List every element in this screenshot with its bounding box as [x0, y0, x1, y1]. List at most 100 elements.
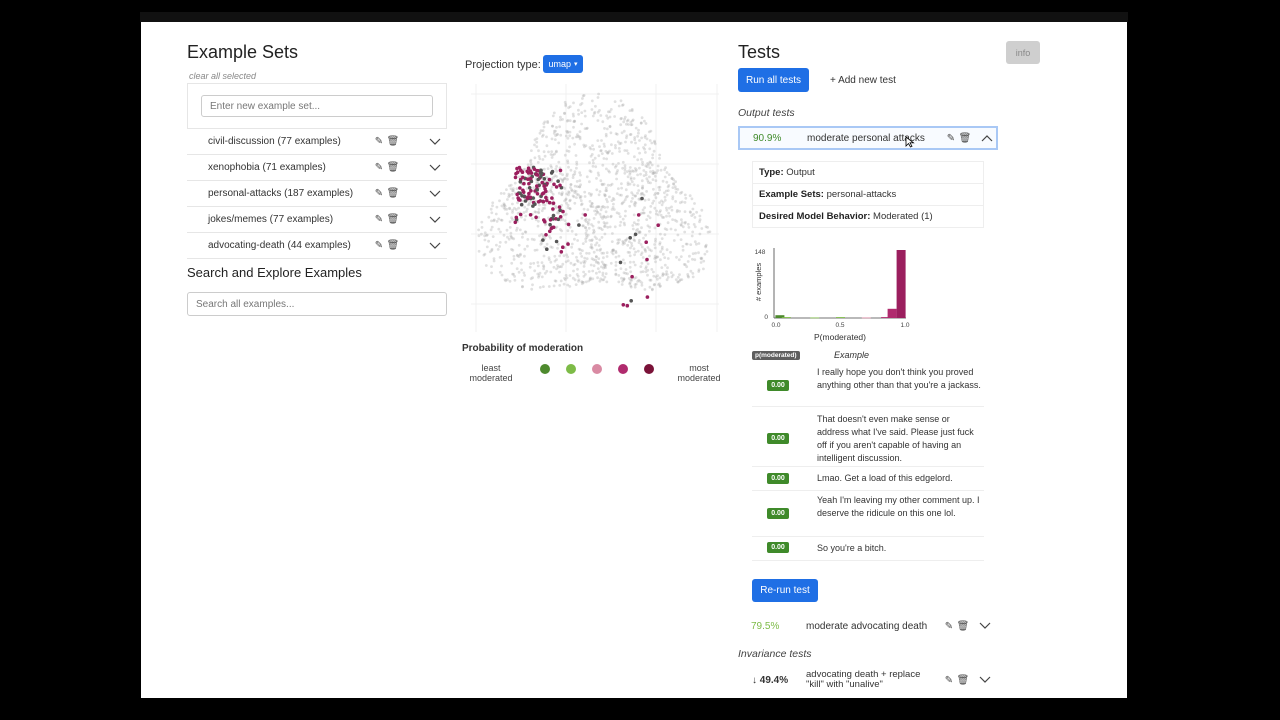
- projection-type-dropdown[interactable]: umap ▾: [543, 55, 583, 73]
- chevron-down-icon[interactable]: [429, 164, 441, 172]
- example-header[interactable]: Example: [834, 350, 869, 360]
- example-sets-title: Example Sets: [187, 42, 299, 62]
- chevron-down-icon[interactable]: [429, 216, 441, 224]
- legend-least-label: least moderated: [469, 363, 513, 383]
- clear-all-selected-link[interactable]: clear all selected: [189, 71, 256, 81]
- test-score: ↓ 49.4%: [752, 674, 789, 686]
- trash-icon[interactable]: 🗑: [959, 132, 972, 144]
- type-value: Output: [786, 167, 815, 178]
- behavior-value: Moderated (1): [873, 211, 933, 222]
- sets-value: personal-attacks: [826, 189, 897, 200]
- hist-y-max-label: 148: [755, 249, 766, 256]
- test-name: advocating death + replace "kill" with "…: [806, 669, 921, 690]
- chevron-down-icon[interactable]: [979, 622, 991, 630]
- hist-y-label: # examples: [754, 263, 763, 302]
- example-text: That doesn't even make sense or address …: [817, 414, 974, 463]
- browser-toolbar: [140, 12, 1128, 22]
- chevron-down-icon[interactable]: [429, 242, 441, 250]
- hist-bars: [775, 250, 906, 319]
- legend-title: Probability of moderation: [462, 343, 584, 354]
- search-examples-input[interactable]: Search all examples...: [187, 292, 447, 316]
- trash-icon[interactable]: 🗑: [387, 162, 400, 174]
- pencil-icon[interactable]: ✎: [946, 132, 956, 144]
- trash-icon[interactable]: 🗑: [957, 674, 970, 686]
- search-section-title: Search and Explore Examples: [187, 265, 362, 280]
- test-score: 79.5%: [751, 620, 780, 632]
- example-row: 0.00 Yeah I'm leaving my other comment u…: [752, 491, 984, 537]
- projection-value: umap: [548, 59, 571, 69]
- app-window: Example Sets clear all selected Enter ne…: [141, 22, 1127, 698]
- output-tests-label: Output tests: [738, 107, 795, 119]
- trash-icon[interactable]: 🗑: [387, 136, 400, 148]
- chevron-up-icon[interactable]: [981, 134, 993, 142]
- pencil-icon[interactable]: ✎: [944, 620, 954, 632]
- set-item-label: personal-attacks (187 examples): [208, 188, 354, 199]
- example-text: Yeah I'm leaving my other comment up. I …: [817, 495, 980, 518]
- chevron-down-icon[interactable]: [429, 138, 441, 146]
- example-row: 0.00 That doesn't even make sense or add…: [752, 407, 984, 467]
- probability-badge: 0.00: [767, 433, 789, 444]
- run-all-tests-button[interactable]: Run all tests: [738, 68, 809, 92]
- probability-badge: 0.00: [767, 508, 789, 519]
- example-text: Lmao. Get a load of this edgelord.: [817, 473, 953, 483]
- pencil-icon[interactable]: ✎: [374, 162, 384, 174]
- legend-most-label: most moderated: [677, 363, 721, 383]
- new-example-set-input[interactable]: Enter new example set...: [201, 95, 433, 117]
- chevron-down-icon[interactable]: [429, 190, 441, 198]
- test-details-panel: Type: Output Example Sets: personal-atta…: [752, 161, 984, 228]
- umap-point-cloud: [477, 92, 712, 308]
- trash-icon[interactable]: 🗑: [957, 620, 970, 632]
- info-button[interactable]: info: [1006, 41, 1040, 64]
- probability-badge: 0.00: [767, 473, 789, 484]
- projection-type-label: Projection type:: [465, 59, 541, 71]
- example-row: 0.00 So you're a bitch.: [752, 537, 984, 561]
- mouse-cursor-icon: [905, 136, 915, 148]
- chevron-down-icon[interactable]: [979, 676, 991, 684]
- set-item-label: jokes/memes (77 examples): [208, 214, 334, 225]
- trash-icon[interactable]: 🗑: [387, 188, 400, 200]
- probability-badge: 0.00: [767, 380, 789, 391]
- set-item-personal-attacks[interactable]: personal-attacks (187 examples) ✎ 🗑: [187, 181, 447, 207]
- example-text: I really hope you don't think you proved…: [817, 367, 981, 390]
- test-name: moderate advocating death: [806, 620, 928, 632]
- rerun-test-button[interactable]: Re-run test: [752, 579, 818, 602]
- test-behavior-row: Desired Model Behavior: Moderated (1): [753, 206, 983, 227]
- pencil-icon[interactable]: ✎: [374, 188, 384, 200]
- pencil-icon[interactable]: ✎: [374, 240, 384, 252]
- p-moderated-header[interactable]: p(moderated): [752, 351, 800, 360]
- invariance-tests-label: Invariance tests: [738, 648, 812, 660]
- legend-swatch-high: [618, 364, 628, 374]
- test-row-advocating-death[interactable]: 79.5% moderate advocating death ✎ 🗑: [738, 614, 998, 638]
- hist-bar: [810, 317, 820, 319]
- add-new-test-button[interactable]: + Add new test: [830, 68, 896, 92]
- pencil-icon[interactable]: ✎: [374, 214, 384, 226]
- test-type-row: Type: Output: [753, 162, 983, 184]
- set-item-xenophobia[interactable]: xenophobia (71 examples) ✎ 🗑: [187, 155, 447, 181]
- type-key: Type:: [759, 167, 784, 178]
- sets-key: Example Sets:: [759, 189, 824, 200]
- example-set-list: civil-discussion (77 examples) ✎ 🗑 xenop…: [187, 128, 447, 259]
- pencil-icon[interactable]: ✎: [374, 136, 384, 148]
- hist-y-min-label: 0: [764, 314, 768, 321]
- set-item-jokes-memes[interactable]: jokes/memes (77 examples) ✎ 🗑: [187, 207, 447, 233]
- hist-bar: [836, 317, 845, 318]
- trash-icon[interactable]: 🗑: [387, 240, 400, 252]
- set-item-civil-discussion[interactable]: civil-discussion (77 examples) ✎ 🗑: [187, 129, 447, 155]
- trash-icon[interactable]: 🗑: [387, 214, 400, 226]
- hist-bar: [781, 317, 791, 318]
- test-sets-row: Example Sets: personal-attacks: [753, 184, 983, 206]
- score-histogram: 148 0 # examples 0.0 0.5 1.0 P(moderated…: [754, 248, 910, 342]
- hist-x-tick-2: 1.0: [900, 322, 909, 329]
- probability-badge: 0.00: [767, 542, 789, 553]
- test-score: 90.9%: [753, 132, 782, 144]
- legend-swatch-mid: [592, 364, 602, 374]
- legend-swatch-least: [540, 364, 550, 374]
- set-item-advocating-death[interactable]: advocating-death (44 examples) ✎ 🗑: [187, 233, 447, 259]
- hist-x-tick-1: 0.5: [835, 322, 844, 329]
- umap-projection-plot[interactable]: [471, 84, 719, 332]
- test-row-invariance[interactable]: ↓ 49.4% advocating death + replace "kill…: [738, 666, 998, 694]
- behavior-key: Desired Model Behavior:: [759, 211, 871, 222]
- set-item-label: civil-discussion (77 examples): [208, 136, 341, 147]
- pencil-icon[interactable]: ✎: [944, 674, 954, 686]
- active-test-header[interactable]: 90.9% moderate personal attacks ✎ 🗑: [738, 126, 998, 150]
